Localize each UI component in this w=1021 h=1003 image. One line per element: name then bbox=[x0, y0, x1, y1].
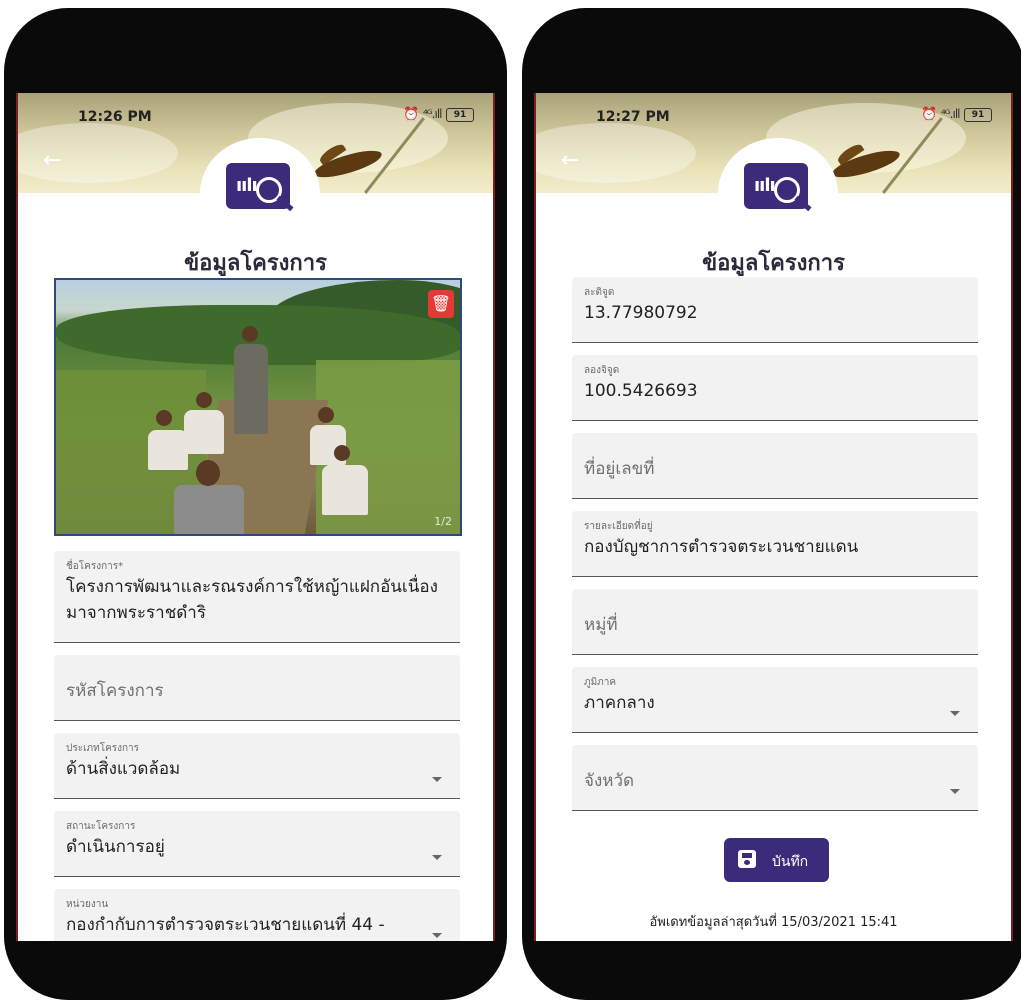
screen-left: 12:26 PM ⏰ ⁴ᴳ.ıll 91 ← ıılı ข้อมูลโครงกา… bbox=[16, 93, 495, 941]
field-value: กองกำกับการตำรวจตระเวนชายแดนที่ 44 - bbox=[66, 915, 385, 935]
status-bar: 12:27 PM ⏰ ⁴ᴳ.ıll 91 bbox=[536, 93, 1011, 137]
field-label: ภูมิภาค bbox=[584, 677, 617, 688]
field-placeholder: หมู่ที่ bbox=[584, 615, 618, 635]
field-value: ด้านสิ่งแวดล้อม bbox=[66, 759, 181, 779]
field-placeholder: รหัสโครงการ bbox=[66, 681, 164, 701]
field-value: โครงการพัฒนาและรณรงค์การใช้หญ้าแฝกอันเนื… bbox=[66, 577, 438, 623]
battery-icon: 91 bbox=[964, 108, 992, 122]
address-detail-field[interactable]: รายละเอียดที่อยู่ กองบัญชาการตำรวจตระเวน… bbox=[572, 511, 978, 577]
status-bar: 12:26 PM ⏰ ⁴ᴳ.ıll 91 bbox=[18, 93, 493, 137]
latitude-field[interactable]: ละติจูด 13.77980792 bbox=[572, 277, 978, 343]
field-label: ลองจิจูด bbox=[584, 365, 620, 376]
field-label: ละติจูด bbox=[584, 287, 615, 298]
status-time: 12:27 PM bbox=[596, 109, 670, 125]
region-select[interactable]: ภูมิภาค ภาคกลาง bbox=[572, 667, 978, 733]
field-value: ดำเนินการอยู่ bbox=[66, 837, 165, 857]
alarm-icon: ⏰ bbox=[921, 107, 938, 122]
chevron-down-icon[interactable] bbox=[950, 789, 960, 794]
back-arrow-icon[interactable]: ← bbox=[561, 148, 579, 173]
project-code-field[interactable]: รหัสโครงการ bbox=[54, 655, 460, 721]
field-label: ชื่อโครงการ* bbox=[66, 561, 124, 572]
agency-select[interactable]: หน่วยงาน กองกำกับการตำรวจตระเวนชายแดนที่… bbox=[54, 889, 460, 941]
alarm-icon: ⏰ bbox=[403, 107, 420, 122]
save-button-label: บันทึก bbox=[772, 854, 809, 870]
signal-icon: ⁴ᴳ.ıll bbox=[423, 107, 443, 121]
project-type-select[interactable]: ประเภทโครงการ ด้านสิ่งแวดล้อม bbox=[54, 733, 460, 799]
photo-counter: 1/2 bbox=[434, 515, 452, 528]
field-label: หน่วยงาน bbox=[66, 899, 109, 910]
last-updated-text: อัพเดทข้อมูลล่าสุดวันที่ 15/03/2021 15:4… bbox=[649, 915, 898, 930]
address-no-field[interactable]: ที่อยู่เลขที่ bbox=[572, 433, 978, 499]
field-value: ภาคกลาง bbox=[584, 693, 655, 713]
phone-right: 12:27 PM ⏰ ⁴ᴳ.ıll 91 ← ıılı ข้อมูลโครงกา… bbox=[522, 8, 1021, 1000]
village-no-field[interactable]: หมู่ที่ bbox=[572, 589, 978, 655]
project-photo[interactable]: 🗑 1/2 bbox=[54, 278, 462, 536]
field-label: รายละเอียดที่อยู่ bbox=[584, 521, 653, 532]
chevron-down-icon[interactable] bbox=[432, 933, 442, 938]
field-value: 13.77980792 bbox=[584, 303, 698, 323]
field-label: สถานะโครงการ bbox=[66, 821, 136, 832]
trash-icon[interactable]: 🗑 bbox=[428, 290, 454, 318]
field-placeholder: จังหวัด bbox=[584, 771, 635, 791]
project-name-field[interactable]: ชื่อโครงการ* โครงการพัฒนาและรณรงค์การใช้… bbox=[54, 551, 460, 643]
field-value: กองบัญชาการตำรวจตระเวนชายแดน bbox=[584, 537, 859, 557]
chevron-down-icon[interactable] bbox=[432, 855, 442, 860]
page-title: ข้อมูลโครงการ bbox=[702, 251, 845, 276]
phone-left: 12:26 PM ⏰ ⁴ᴳ.ıll 91 ← ıılı ข้อมูลโครงกา… bbox=[4, 8, 507, 1000]
app-logo-icon: ıılı bbox=[744, 163, 812, 212]
field-label: ประเภทโครงการ bbox=[66, 743, 140, 754]
field-placeholder: ที่อยู่เลขที่ bbox=[584, 459, 655, 479]
app-logo-icon: ıılı bbox=[226, 163, 294, 212]
back-arrow-icon[interactable]: ← bbox=[43, 148, 61, 173]
field-value: 100.5426693 bbox=[584, 381, 698, 401]
signal-icon: ⁴ᴳ.ıll bbox=[941, 107, 961, 121]
longitude-field[interactable]: ลองจิจูด 100.5426693 bbox=[572, 355, 978, 421]
battery-icon: 91 bbox=[446, 108, 474, 122]
project-status-select[interactable]: สถานะโครงการ ดำเนินการอยู่ bbox=[54, 811, 460, 877]
chevron-down-icon[interactable] bbox=[950, 711, 960, 716]
save-button[interactable]: บันทึก bbox=[724, 838, 829, 882]
save-disk-icon bbox=[738, 850, 756, 868]
page-title: ข้อมูลโครงการ bbox=[184, 251, 327, 276]
screen-right: 12:27 PM ⏰ ⁴ᴳ.ıll 91 ← ıılı ข้อมูลโครงกา… bbox=[534, 93, 1013, 941]
status-time: 12:26 PM bbox=[78, 109, 152, 125]
chevron-down-icon[interactable] bbox=[432, 777, 442, 782]
province-select[interactable]: จังหวัด bbox=[572, 745, 978, 811]
